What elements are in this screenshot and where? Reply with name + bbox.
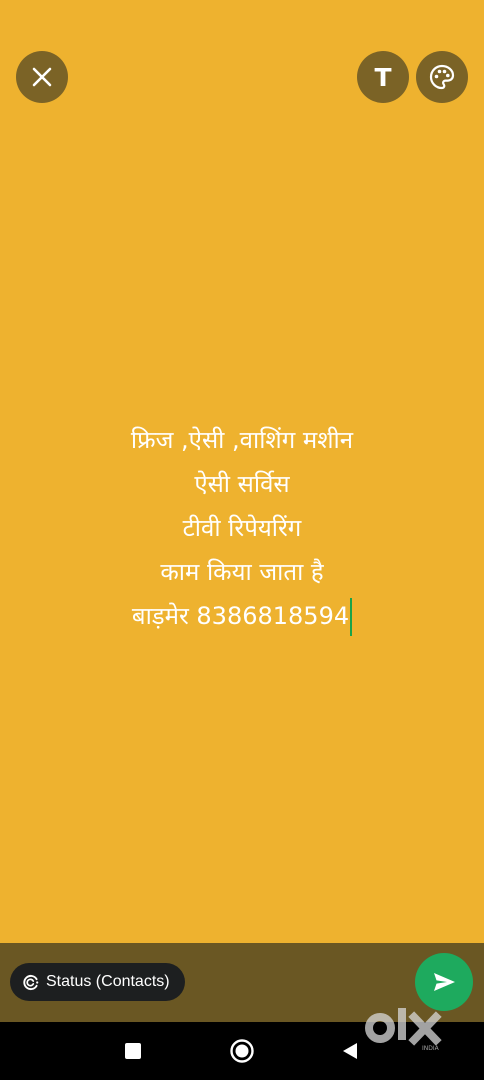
status-text-line: फ्रिज ,ऐसी ,वाशिंग मशीन bbox=[130, 426, 354, 454]
status-text-line: टीवी रिपेयरिंग bbox=[182, 514, 302, 542]
status-audience-button[interactable]: Status (Contacts) bbox=[10, 963, 185, 1001]
status-text-input[interactable]: फ्रिज ,ऐसी ,वाशिंग मशीन ऐसी सर्विस टीवी … bbox=[0, 418, 484, 638]
close-icon bbox=[32, 67, 52, 87]
olx-watermark: INDIA bbox=[360, 1000, 452, 1052]
recents-button[interactable] bbox=[119, 1037, 147, 1065]
status-text-line: बाड़मेर 8386818594 bbox=[131, 602, 350, 630]
text-tool-button[interactable]: T bbox=[357, 51, 409, 103]
status-text-line: ऐसी सर्विस bbox=[194, 470, 290, 498]
palette-icon bbox=[429, 64, 455, 90]
status-icon bbox=[23, 974, 39, 990]
close-button[interactable] bbox=[16, 51, 68, 103]
send-icon bbox=[434, 973, 455, 991]
status-text-line: काम किया जाता है bbox=[160, 558, 324, 586]
circle-icon bbox=[230, 1039, 254, 1063]
text-tool-icon: T bbox=[374, 62, 392, 92]
palette-button[interactable] bbox=[416, 51, 468, 103]
text-cursor bbox=[350, 598, 353, 636]
status-audience-label: Status (Contacts) bbox=[46, 973, 170, 990]
home-button[interactable] bbox=[228, 1037, 256, 1065]
triangle-back-icon bbox=[343, 1043, 357, 1059]
square-icon bbox=[125, 1043, 141, 1059]
status-canvas[interactable]: T फ्रिज ,ऐसी ,वाशिंग मशीन ऐसी सर्विस टीव… bbox=[0, 0, 484, 943]
watermark-sub: INDIA bbox=[422, 1045, 440, 1052]
status-text-last-line: बाड़मेर 8386818594 bbox=[0, 594, 484, 638]
